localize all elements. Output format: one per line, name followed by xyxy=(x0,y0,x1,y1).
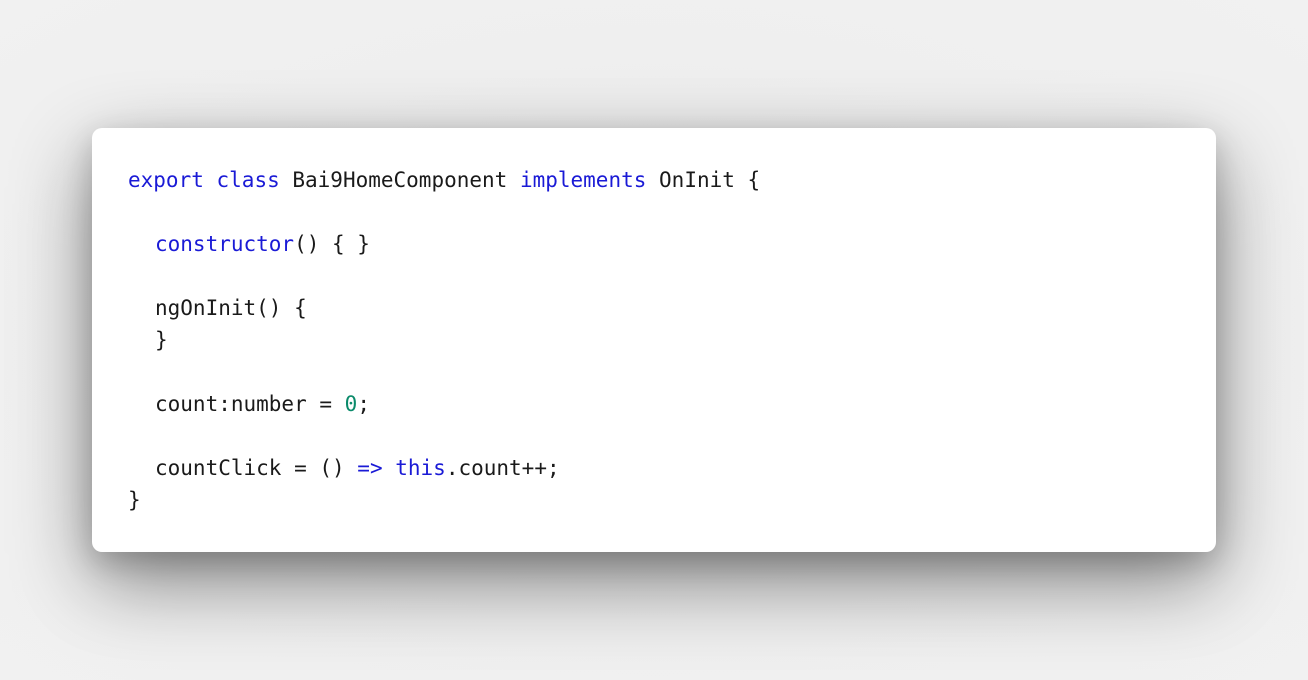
brace-token: } xyxy=(128,488,141,512)
property-token: count:number = xyxy=(155,392,345,416)
code-line-5: ngOnInit() { xyxy=(128,292,1180,324)
method-token: ngOnInit() { xyxy=(155,296,307,320)
brace-token: } xyxy=(155,328,168,352)
keyword-export: export xyxy=(128,168,204,192)
keyword-implements: implements xyxy=(519,168,647,192)
class-name-token: Bai9HomeComponent xyxy=(279,168,520,192)
code-line-10: countClick = () => this.count++; xyxy=(128,452,1180,484)
property-token: countClick = () xyxy=(155,456,358,480)
semicolon-token: ; xyxy=(357,392,370,416)
code-line-11: } xyxy=(128,484,1180,516)
code-token: () { } xyxy=(294,232,370,256)
number-literal: 0 xyxy=(344,392,358,416)
code-card: export class Bai9HomeComponent implement… xyxy=(92,128,1216,552)
code-line-1: export class Bai9HomeComponent implement… xyxy=(128,164,1180,196)
code-line-8: count:number = 0; xyxy=(128,388,1180,420)
keyword-constructor: constructor xyxy=(155,232,295,256)
code-line-6: } xyxy=(128,324,1180,356)
keyword-class: class xyxy=(216,168,280,192)
arrow-operator: => xyxy=(357,456,383,480)
code-line-3: constructor() { } xyxy=(128,228,1180,260)
code-token: .count++; xyxy=(445,456,560,480)
interface-token: OnInit { xyxy=(646,168,761,192)
keyword-this: this xyxy=(395,456,446,480)
code-block: export class Bai9HomeComponent implement… xyxy=(128,164,1180,516)
